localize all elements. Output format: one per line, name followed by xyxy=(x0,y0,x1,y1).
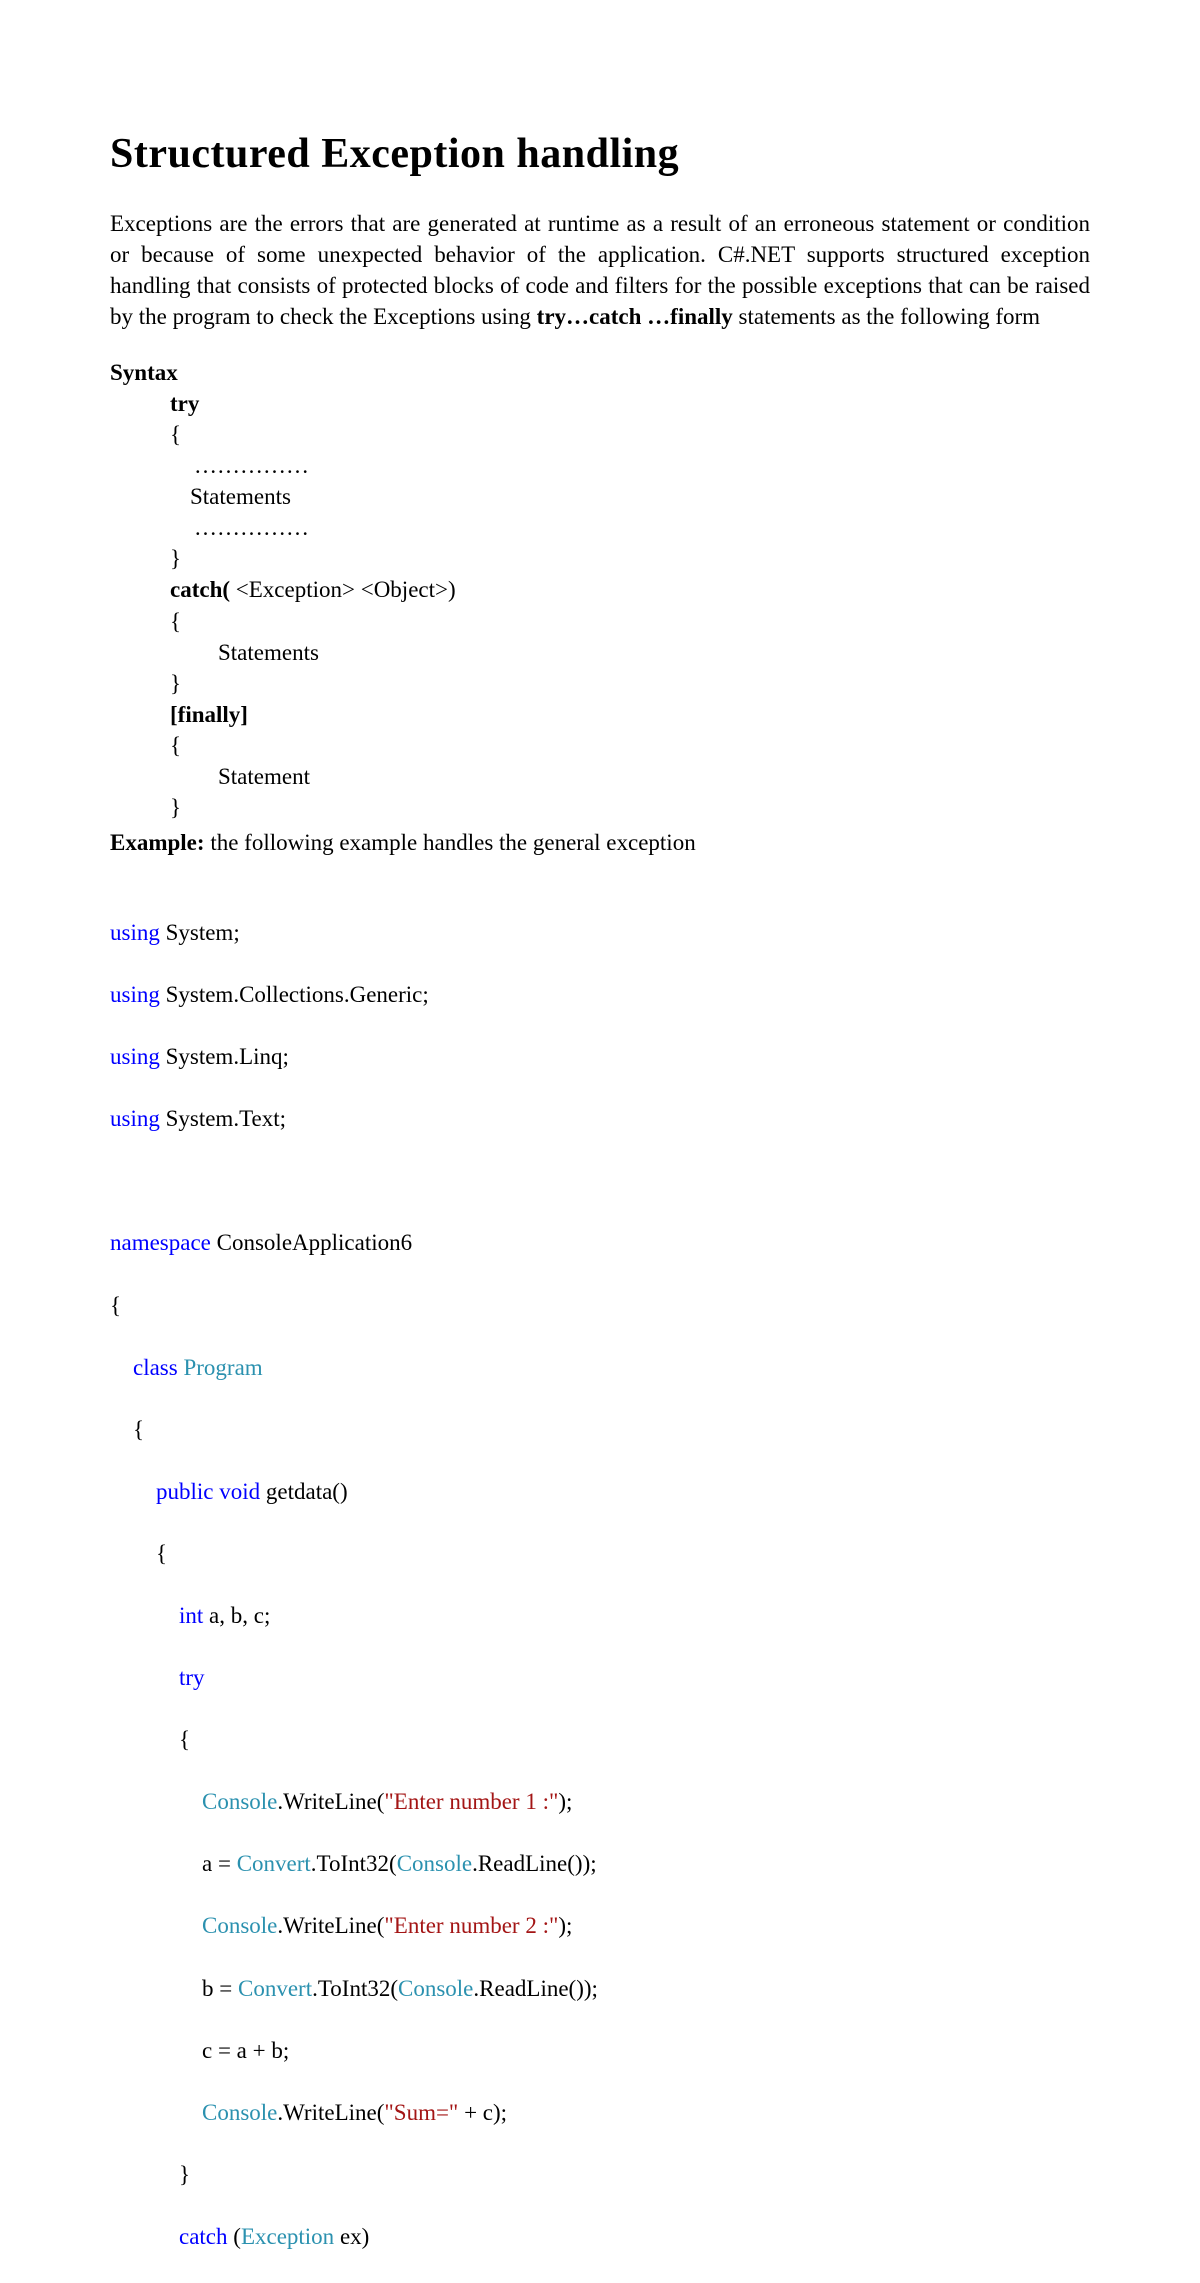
code-line: try xyxy=(110,1662,1090,1693)
code-line: int a, b, c; xyxy=(110,1600,1090,1631)
code-line: using System.Text; xyxy=(110,1103,1090,1134)
syntax-finally: [finally] xyxy=(170,702,248,727)
syntax-catch: catch( xyxy=(170,577,230,602)
code-line: using System; xyxy=(110,917,1090,948)
syntax-statements: Statements xyxy=(218,637,1090,668)
intro-bold: try…catch …finally xyxy=(537,304,733,329)
syntax-statements: Statements xyxy=(190,481,1090,512)
code-line: b = Convert.ToInt32(Console.ReadLine()); xyxy=(110,1973,1090,2004)
code-line xyxy=(110,1165,1090,1196)
code-line: { xyxy=(110,1414,1090,1445)
syntax-brace: { xyxy=(170,419,1090,450)
syntax-heading: Syntax xyxy=(110,360,1090,386)
code-line: c = a + b; xyxy=(110,2035,1090,2066)
syntax-catch-args: <Exception> <Object>) xyxy=(230,577,456,602)
example-line: Example: the following example handles t… xyxy=(110,827,1090,858)
code-line: { xyxy=(110,1724,1090,1755)
intro-text-2: statements as the following form xyxy=(733,304,1040,329)
code-line: { xyxy=(110,1290,1090,1321)
code-line: Console.WriteLine("Enter number 1 :"); xyxy=(110,1786,1090,1817)
intro-paragraph: Exceptions are the errors that are gener… xyxy=(110,208,1090,332)
code-line: namespace ConsoleApplication6 xyxy=(110,1227,1090,1258)
code-line: using System.Linq; xyxy=(110,1041,1090,1072)
example-text: the following example handles the genera… xyxy=(205,830,696,855)
code-line: catch (Exception ex) xyxy=(110,2221,1090,2252)
code-line: a = Convert.ToInt32(Console.ReadLine()); xyxy=(110,1848,1090,1879)
code-line: public void getdata() xyxy=(110,1476,1090,1507)
code-line: using System.Collections.Generic; xyxy=(110,979,1090,1010)
syntax-try: try xyxy=(170,391,199,416)
syntax-brace: } xyxy=(170,543,1090,574)
code-line: Console.WriteLine("Sum=" + c); xyxy=(110,2097,1090,2128)
syntax-brace: { xyxy=(170,730,1090,761)
syntax-brace: { xyxy=(170,606,1090,637)
code-line: } xyxy=(110,2159,1090,2190)
syntax-block: try { …………… Statements …………… } catch( <E… xyxy=(170,388,1090,823)
example-label: Example: xyxy=(110,830,205,855)
syntax-dots: …………… xyxy=(194,512,1090,543)
syntax-dots: …………… xyxy=(194,450,1090,481)
code-line: class Program xyxy=(110,1352,1090,1383)
code-line: Console.WriteLine("Enter number 2 :"); xyxy=(110,1910,1090,1941)
syntax-brace: } xyxy=(170,792,1090,823)
code-block: using System; using System.Collections.G… xyxy=(110,886,1090,2283)
code-line: { xyxy=(110,1538,1090,1569)
syntax-statement: Statement xyxy=(218,761,1090,792)
page-title: Structured Exception handling xyxy=(110,130,1090,178)
syntax-brace: } xyxy=(170,668,1090,699)
